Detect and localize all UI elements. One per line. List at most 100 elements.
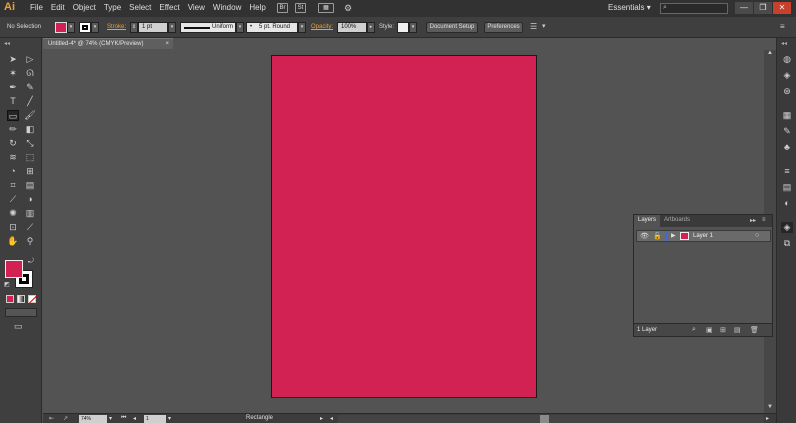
shape-builder-icon[interactable]: ◔ [7,166,19,177]
search-input[interactable]: ⌕ [660,3,728,14]
fill-dropdown[interactable]: ▾ [67,22,75,33]
tab-layers[interactable]: Layers [634,215,660,227]
gradient-panel-icon[interactable]: ▤ [781,182,793,193]
stroke-label[interactable]: Stroke: [107,24,126,30]
menu-edit[interactable]: Edit [47,3,69,12]
swatches-icon[interactable]: ▦ [781,110,793,121]
line-icon[interactable]: ╱ [24,96,36,107]
width-icon[interactable]: ≋ [7,152,19,163]
artboards-panel-icon[interactable]: ⧉ [781,238,793,249]
locate-object-icon[interactable]: ⌕ [692,326,696,334]
zoom-field[interactable]: 74% [79,415,107,423]
mesh-icon[interactable]: ⌗ [7,180,19,191]
horizontal-scrollbar[interactable] [338,415,764,423]
artboard-dropdown-icon[interactable]: ▾ [168,415,171,422]
symbols-icon[interactable]: ♣ [781,142,793,153]
perspective-icon[interactable]: ⊞ [24,166,36,177]
symbol-sprayer-icon[interactable]: ✺ [7,208,19,219]
none-mode-icon[interactable] [28,295,37,304]
paintbrush-icon[interactable]: 🖌 [24,110,36,121]
stock-button[interactable]: St [295,3,306,13]
menu-effect[interactable]: Effect [155,3,183,12]
close-tab-icon[interactable]: × [165,39,169,49]
brush-dropdown[interactable]: ▾ [298,22,306,33]
lasso-icon[interactable]: ᘏ [24,68,36,79]
eraser-icon[interactable]: ◧ [24,124,36,135]
artboard-icon[interactable]: ⊡ [7,222,19,233]
layer-row[interactable]: 👁 🔓 ▶ Layer 1 ○ [636,230,771,242]
stroke-dropdown[interactable]: ▾ [91,22,99,33]
new-layer-icon[interactable]: ▤ [734,326,741,334]
free-transform-icon[interactable]: ⬚ [24,152,36,163]
tab-artboards[interactable]: Artboards [664,217,690,223]
selection-icon[interactable]: ➤ [7,54,19,65]
opacity-field[interactable]: 100% [337,22,367,33]
panel-collapse-icon[interactable]: ▸▸ [750,217,756,224]
artboard[interactable] [271,55,537,398]
menu-window[interactable]: Window [209,3,245,12]
variable-width-profile[interactable]: Uniform [180,22,236,33]
target-icon[interactable]: ○ [755,232,759,239]
delete-layer-icon[interactable]: 🗑 [750,326,759,334]
panel-menu-icon[interactable]: ≡ [762,217,766,223]
fill-color-box[interactable] [5,260,23,278]
opacity-label[interactable]: Opacity: [311,24,333,30]
hand-icon[interactable]: ✋ [7,236,19,247]
menu-type[interactable]: Type [100,3,125,12]
style-dropdown[interactable]: ▾ [409,22,417,33]
visibility-eye-icon[interactable]: 👁 [640,232,649,240]
minimize-button[interactable]: — [735,2,753,14]
gradient-mode-icon[interactable] [17,295,25,303]
arrange-documents-icon[interactable]: ▦ [318,3,334,13]
cc-libraries-icon[interactable]: ⊛ [781,86,793,97]
lock-icon[interactable]: 🔓 [653,232,662,240]
menu-view[interactable]: View [184,3,209,12]
scale-icon[interactable]: ⤡ [24,138,36,149]
pen-icon[interactable]: ✒ [7,82,19,93]
artboard-number-field[interactable]: 1 [144,415,166,423]
workspace-switcher[interactable]: Essentials ▾ [608,3,651,12]
rotate-icon[interactable]: ↻ [7,138,19,149]
color-guide-icon[interactable]: ◈ [781,70,793,81]
menu-select[interactable]: Select [125,3,155,12]
hscroll-left-icon[interactable]: ◂ [330,415,333,422]
blend-icon[interactable]: ◑ [24,194,36,205]
hscroll-thumb[interactable] [540,415,549,423]
brushes-icon[interactable]: ✎ [781,126,793,137]
rectangle-icon[interactable]: ▭ [7,110,19,121]
zoom-icon[interactable]: ⚲ [24,236,36,247]
fill-swatch[interactable] [55,22,67,33]
status-nav-icon[interactable]: ⇤ [49,415,54,422]
arrange-icon[interactable]: ☰ [530,22,537,31]
document-setup-button[interactable]: Document Setup [426,22,478,33]
curvature-icon[interactable]: ✎ [24,82,36,93]
menu-object[interactable]: Object [69,3,100,12]
preferences-button[interactable]: Preferences [484,22,523,33]
slice-icon[interactable]: ⟋ [24,222,36,233]
bridge-button[interactable]: Br [277,3,288,13]
type-icon[interactable]: T [7,96,19,107]
color-panel-icon[interactable]: ◍ [781,54,793,65]
restore-button[interactable]: ❐ [754,2,772,14]
document-tab[interactable]: Untitled-4* @ 74% (CMYK/Preview) × [43,38,173,49]
clipping-mask-icon[interactable]: ▣ [706,326,713,334]
control-dropdown-icon[interactable]: ▾ [542,22,546,30]
eyedropper-icon[interactable]: ⟋ [7,194,19,205]
swap-colors-icon[interactable]: ⤾ [28,258,34,266]
layers-panel-icon[interactable]: ◈ [781,222,793,233]
new-sublayer-icon[interactable]: ⊞ [720,326,726,334]
layer-name[interactable]: Layer 1 [693,233,713,239]
expand-layer-icon[interactable]: ▶ [671,232,676,239]
gradient-icon[interactable]: ▤ [24,180,36,191]
gpu-performance-icon[interactable]: ⚙ [344,3,352,14]
dock-expand-icon[interactable]: ◂◂ [781,40,787,47]
style-swatch[interactable] [397,22,409,33]
menu-help[interactable]: Help [245,3,269,12]
color-mode-icon[interactable] [6,295,14,303]
drawing-modes[interactable] [5,308,37,317]
hscroll-right-icon[interactable]: ▸ [766,415,769,422]
stroke-weight-dropdown[interactable]: ▾ [168,22,176,33]
control-bar-menu-icon[interactable]: ≡ [780,22,785,31]
stroke-stepper[interactable]: ⇕ [130,22,138,33]
stroke-panel-icon[interactable]: ≡ [781,166,793,177]
